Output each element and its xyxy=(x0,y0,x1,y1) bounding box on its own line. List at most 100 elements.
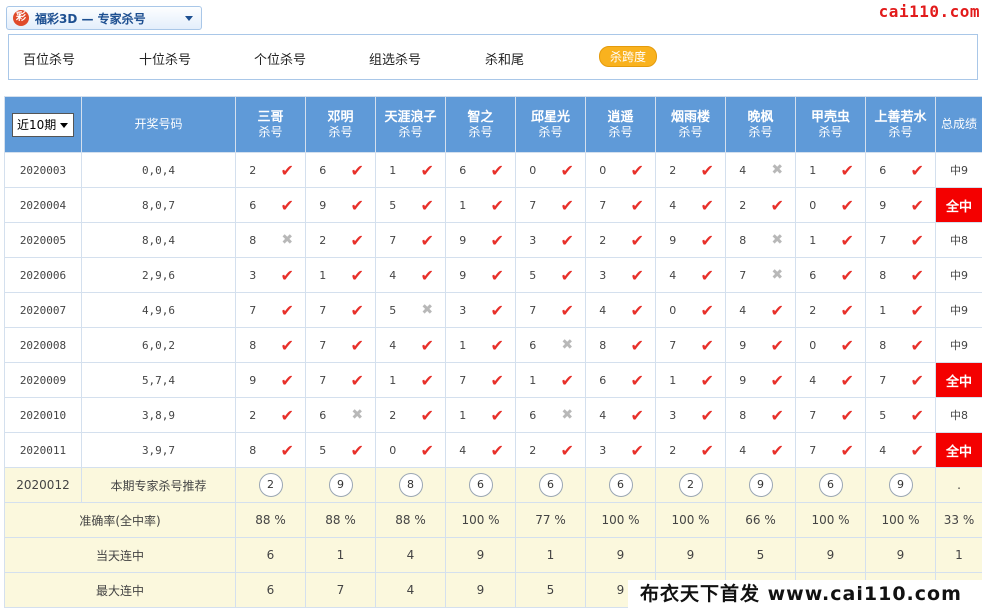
kill-number: 2 xyxy=(389,408,397,422)
kill-cell: 7 ✔ xyxy=(445,362,516,398)
table-row: 2020010 3,8,9 2 ✔ 6 ✖ 2 ✔ 1 ✔ 6 ✖ 4 ✔ 3 ✔ 8 ✔ 7 ✔ 5 ✔ 中8 xyxy=(4,397,982,433)
recommend-ball: 9 xyxy=(328,473,353,497)
kill-number: 1 xyxy=(389,373,397,387)
table-row: 2020008 6,0,2 8 ✔ 7 ✔ 4 ✔ 1 ✔ 6 ✖ 8 ✔ 7 ✔ 9 ✔ 0 ✔ 8 ✔ 中9 xyxy=(4,327,982,363)
check-icon: ✔ xyxy=(630,230,644,250)
draw-cell: 8,0,7 xyxy=(81,187,236,223)
check-icon: ✔ xyxy=(490,160,504,180)
check-icon: ✔ xyxy=(490,405,504,425)
kill-number: 7 xyxy=(389,233,397,247)
watermark: 布衣天下首发 www.cai110.com xyxy=(628,580,982,608)
recommend-cell: 9 xyxy=(725,467,796,503)
kill-number: 3 xyxy=(529,233,537,247)
lottery-select[interactable]: 彩 福彩3D — 专家杀号 xyxy=(6,6,202,30)
kill-cell: 2 ✔ xyxy=(305,222,376,258)
kill-number: 1 xyxy=(459,408,467,422)
lottery-logo-icon: 彩 xyxy=(13,10,29,26)
check-icon: ✔ xyxy=(490,440,504,460)
kill-number: 1 xyxy=(879,303,887,317)
kill-cell: 7 ✔ xyxy=(795,397,866,433)
kill-cell: 6 ✔ xyxy=(445,152,516,188)
check-icon: ✔ xyxy=(700,195,714,215)
issue-cell: 2020007 xyxy=(4,292,82,328)
kill-cell: 0 ✔ xyxy=(375,432,446,468)
check-icon: ✔ xyxy=(700,370,714,390)
kill-cell: 3 ✔ xyxy=(235,257,306,293)
draw-cell: 4,9,6 xyxy=(81,292,236,328)
period-select-value: 近10期 xyxy=(17,117,57,132)
kill-cell: 9 ✔ xyxy=(725,327,796,363)
expert-sub-label: 杀号 xyxy=(748,124,773,139)
check-icon: ✔ xyxy=(700,300,714,320)
recommend-cell: 6 xyxy=(445,467,516,503)
nav-group[interactable]: 组选杀号 xyxy=(369,49,421,68)
kill-cell: 6 ✔ xyxy=(795,257,866,293)
check-icon: ✔ xyxy=(280,195,294,215)
kill-cell: 1 ✔ xyxy=(445,327,516,363)
kill-number: 7 xyxy=(529,198,537,212)
kill-number: 0 xyxy=(669,303,677,317)
draw-cell: 2,9,6 xyxy=(81,257,236,293)
kill-cell: 5 ✖ xyxy=(375,292,446,328)
recommend-cell: 6 xyxy=(795,467,866,503)
kill-cell: 1 ✔ xyxy=(305,257,376,293)
kill-cell: 6 ✔ xyxy=(305,152,376,188)
summary-cell: 88 % xyxy=(375,502,446,538)
summary-cell: 100 % xyxy=(585,502,656,538)
kill-number: 4 xyxy=(669,198,677,212)
next-issue-cell: 2020012 xyxy=(4,467,82,503)
check-icon: ✔ xyxy=(910,195,924,215)
nav-span[interactable]: 杀跨度 xyxy=(599,46,658,67)
nav-sum-tail[interactable]: 杀和尾 xyxy=(485,49,524,68)
kill-number: 1 xyxy=(389,163,397,177)
kill-cell: 2 ✔ xyxy=(725,187,796,223)
kill-number: 6 xyxy=(319,408,327,422)
summary-label: 准确率(全中率) xyxy=(4,502,236,538)
kill-number: 1 xyxy=(529,373,537,387)
draw-cell: 3,9,7 xyxy=(81,432,236,468)
check-icon: ✔ xyxy=(840,440,854,460)
recommend-ball: 8 xyxy=(398,473,423,497)
kill-number: 0 xyxy=(599,163,607,177)
check-icon: ✔ xyxy=(840,265,854,285)
nav-units[interactable]: 个位杀号 xyxy=(254,49,306,68)
recommend-cell: 6 xyxy=(515,467,586,503)
recommend-total: . xyxy=(935,467,982,503)
nav-tens[interactable]: 十位杀号 xyxy=(139,49,191,68)
kill-number: 7 xyxy=(809,443,817,457)
kill-number: 6 xyxy=(599,373,607,387)
chevron-down-icon[interactable] xyxy=(185,16,193,21)
check-icon: ✔ xyxy=(350,335,364,355)
nav-hundreds[interactable]: 百位杀号 xyxy=(23,49,75,68)
expert-header: 邱星光 杀号 xyxy=(515,96,586,153)
summary-cell: 5 xyxy=(725,537,796,573)
check-icon: ✔ xyxy=(840,405,854,425)
summary-total: 33 % xyxy=(935,502,982,538)
kill-cell: 5 ✔ xyxy=(515,257,586,293)
kill-number: 3 xyxy=(669,408,677,422)
kill-cell: 3 ✔ xyxy=(585,432,656,468)
kill-number: 7 xyxy=(529,303,537,317)
recommend-cell: 2 xyxy=(235,467,306,503)
check-icon: ✔ xyxy=(910,370,924,390)
period-select[interactable]: 近10期 xyxy=(12,112,74,137)
issue-cell: 2020008 xyxy=(4,327,82,363)
check-icon: ✔ xyxy=(700,405,714,425)
summary-cell: 9 xyxy=(795,537,866,573)
table-row: 2020009 5,7,4 9 ✔ 7 ✔ 1 ✔ 7 ✔ 1 ✔ 6 ✔ 1 ✔ 9 ✔ 4 ✔ 7 ✔ 全中 xyxy=(4,362,982,398)
cross-icon: ✖ xyxy=(771,232,784,248)
table-row: 2020003 0,0,4 2 ✔ 6 ✔ 1 ✔ 6 ✔ 0 ✔ 0 ✔ 2 ✔ 4 ✖ 1 ✔ 6 ✔ 中9 xyxy=(4,152,982,188)
kill-number: 8 xyxy=(879,268,887,282)
table-row: 2020005 8,0,4 8 ✖ 2 ✔ 7 ✔ 9 ✔ 3 ✔ 2 ✔ 9 ✔ 8 ✖ 1 ✔ 7 ✔ 中8 xyxy=(4,222,982,258)
period-cell: 近10期 xyxy=(4,96,82,153)
check-icon: ✔ xyxy=(350,440,364,460)
summary-cell: 9 xyxy=(865,537,936,573)
check-icon: ✔ xyxy=(560,265,574,285)
check-icon: ✔ xyxy=(630,160,644,180)
expert-header: 天涯浪子 杀号 xyxy=(375,96,446,153)
total-cell: 中8 xyxy=(935,397,982,433)
kill-number: 0 xyxy=(809,198,817,212)
kill-cell: 5 ✔ xyxy=(375,187,446,223)
cross-icon: ✖ xyxy=(281,232,294,248)
kill-number: 3 xyxy=(599,268,607,282)
